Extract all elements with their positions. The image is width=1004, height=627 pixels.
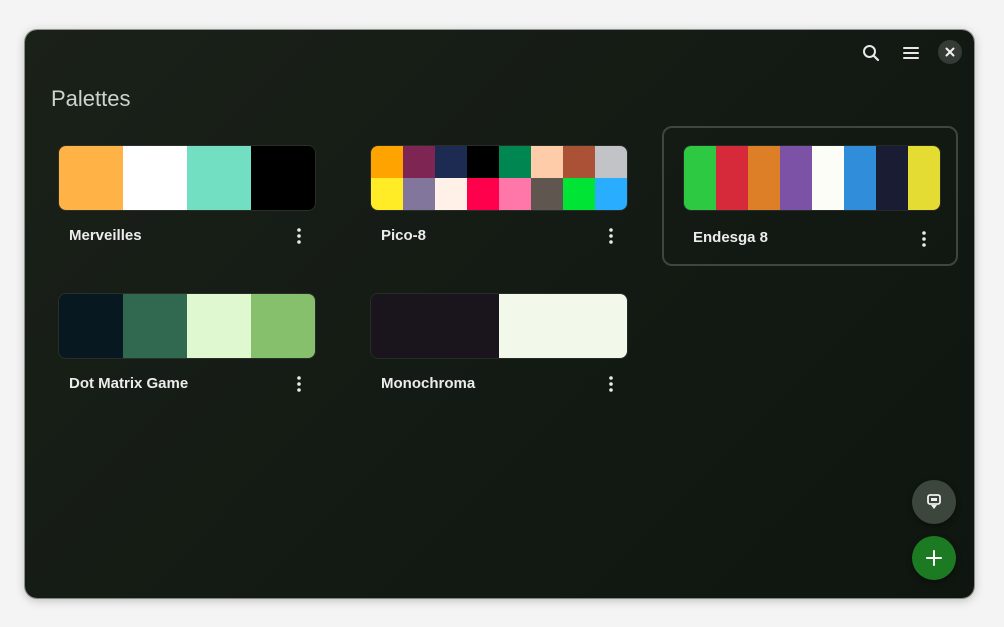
palette-swatch <box>683 145 941 211</box>
color-swatch <box>499 294 627 358</box>
palette-name: Pico-8 <box>381 227 427 244</box>
palette-card[interactable]: Pico-8 <box>362 127 658 267</box>
color-swatch <box>123 146 187 210</box>
color-swatch <box>563 146 595 178</box>
palette-swatch <box>370 145 628 211</box>
color-swatch <box>812 146 844 210</box>
kebab-menu-icon <box>922 231 926 247</box>
color-swatch <box>371 146 403 178</box>
color-swatch <box>595 146 627 178</box>
palette-name: Endesga 8 <box>693 229 769 246</box>
search-icon <box>863 45 880 62</box>
color-swatch <box>123 294 187 358</box>
kebab-menu-icon <box>609 376 613 392</box>
palette-options-button[interactable] <box>286 371 312 397</box>
color-swatch <box>371 178 403 210</box>
color-picker-button[interactable] <box>912 480 956 524</box>
color-swatch <box>59 294 123 358</box>
close-icon <box>945 47 955 57</box>
add-palette-button[interactable] <box>912 536 956 580</box>
palette-card[interactable]: Dot Matrix Game <box>50 275 346 415</box>
palette-options-button[interactable] <box>911 226 937 252</box>
color-swatch <box>908 146 940 210</box>
palette-card[interactable]: Endesga 8 <box>662 126 958 266</box>
color-swatch <box>499 178 531 210</box>
color-swatch <box>371 294 499 358</box>
color-swatch <box>531 146 563 178</box>
color-swatch <box>684 146 716 210</box>
color-swatch <box>251 146 315 210</box>
page-title: Palettes <box>51 86 131 111</box>
hamburger-menu-icon <box>903 47 919 59</box>
palette-name: Dot Matrix Game <box>69 375 189 392</box>
palette-card[interactable]: Monochroma <box>362 275 658 415</box>
search-button[interactable] <box>857 39 885 67</box>
color-swatch <box>403 146 435 178</box>
color-swatch <box>467 146 499 178</box>
close-button[interactable] <box>938 40 962 64</box>
main-menu-button[interactable] <box>897 39 925 67</box>
palette-name: Merveilles <box>69 227 142 244</box>
palette-swatch <box>58 145 316 211</box>
color-swatch <box>403 178 435 210</box>
kebab-menu-icon <box>297 228 301 244</box>
color-swatch <box>876 146 908 210</box>
palette-options-button[interactable] <box>598 371 624 397</box>
palette-options-button[interactable] <box>598 223 624 249</box>
app-window: Palettes Merveilles Pico-8 Endesga 8 Dot… <box>25 30 974 598</box>
palette-swatch <box>58 293 316 359</box>
palette-card[interactable]: Merveilles <box>50 127 346 267</box>
palette-options-button[interactable] <box>286 223 312 249</box>
color-swatch <box>435 178 467 210</box>
eyedropper-icon <box>927 494 941 509</box>
color-swatch <box>435 146 467 178</box>
color-swatch <box>499 146 531 178</box>
color-swatch <box>780 146 812 210</box>
color-swatch <box>251 294 315 358</box>
palette-name: Monochroma <box>381 375 476 392</box>
kebab-menu-icon <box>609 228 613 244</box>
color-swatch <box>563 178 595 210</box>
color-swatch <box>187 146 251 210</box>
color-swatch <box>716 146 748 210</box>
color-swatch <box>844 146 876 210</box>
color-swatch <box>748 146 780 210</box>
color-swatch <box>59 146 123 210</box>
kebab-menu-icon <box>297 376 301 392</box>
plus-icon <box>926 550 942 566</box>
color-swatch <box>187 294 251 358</box>
color-swatch <box>531 178 563 210</box>
color-swatch <box>467 178 499 210</box>
palette-swatch <box>370 293 628 359</box>
color-swatch <box>595 178 627 210</box>
